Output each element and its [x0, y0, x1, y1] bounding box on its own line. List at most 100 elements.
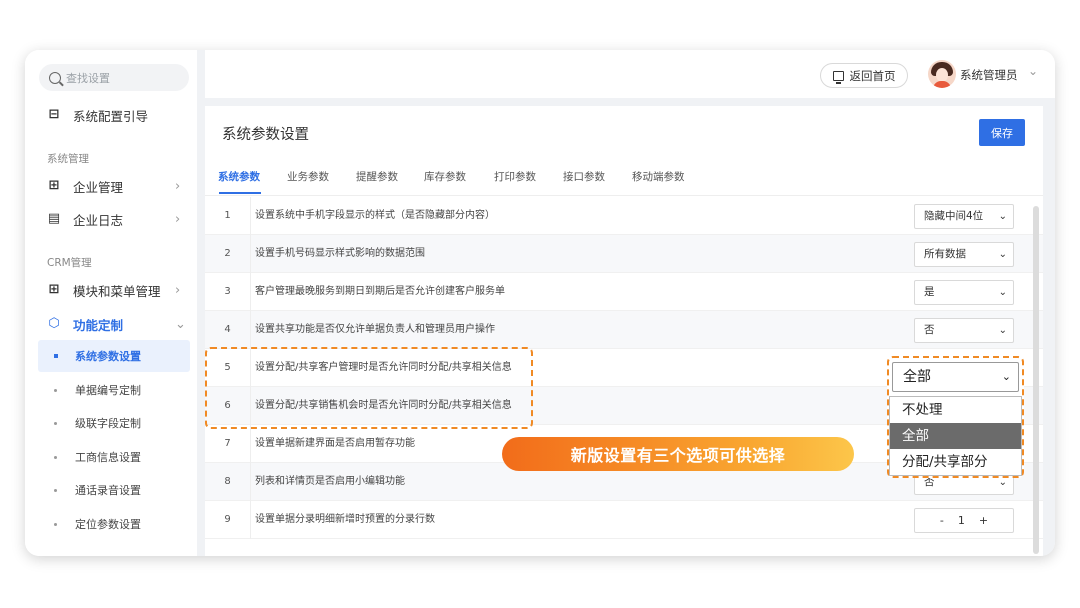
tab-reminder-params[interactable]: 提醒参数 [356, 169, 398, 184]
row-select[interactable]: 是 ⌄ [914, 280, 1014, 305]
bullet-icon [54, 421, 57, 425]
row-description: 列表和详情页是否启用小编辑功能 [255, 476, 405, 487]
table-row: 9 设置单据分录明细新增时预置的分录行数 - 1 + [205, 501, 1043, 539]
sub-item-call-recording[interactable]: 通话录音设置 [47, 482, 141, 498]
dropdown-selected-value[interactable]: 全部 ⌄ [892, 362, 1019, 392]
sidebar-item-guide[interactable]: ⊟ 系统配置引导 [47, 105, 148, 125]
row-count-stepper[interactable]: - 1 + [914, 508, 1014, 533]
sidebar-item-label: 模块和菜单管理 [73, 283, 161, 299]
chevron-down-icon[interactable]: ⌄ [1028, 64, 1038, 78]
bullet-icon [54, 488, 57, 492]
monitor-icon: ⊟ [48, 107, 60, 122]
row-number: 9 [205, 501, 251, 539]
sidebar-item-label: 功能定制 [73, 317, 124, 333]
highlight-rows-5-6 [205, 347, 533, 429]
chevron-down-icon: ⌄ [998, 325, 1007, 336]
sidebar-item-label: 企业日志 [73, 212, 124, 228]
table-row: 3 客户管理最晚服务到期日到期后是否允许创建客户服务单 是 ⌄ [205, 273, 1043, 311]
table-row: 2 设置手机号码显示样式影响的数据范围 所有数据 ⌄ [205, 235, 1043, 273]
dropdown-option-partial[interactable]: 分配/共享部分 [890, 449, 1021, 475]
row-description: 设置单据分录明细新增时预置的分录行数 [255, 514, 435, 525]
home-button-label: 返回首页 [849, 68, 896, 83]
sub-item-cascade[interactable]: 级联字段定制 [47, 415, 141, 431]
sub-item-label: 工商信息设置 [75, 451, 141, 464]
settings-panel: 系统参数设置 保存 系统参数 业务参数 提醒参数 库存参数 打印参数 接口参数 … [205, 106, 1043, 556]
sub-item-system-params[interactable]: 系统参数设置 [38, 340, 190, 372]
sub-item-label: 通话录音设置 [75, 484, 141, 497]
dropdown-options: 不处理 全部 分配/共享部分 [889, 396, 1022, 476]
select-value: 否 [924, 324, 935, 336]
save-button[interactable]: 保存 [979, 119, 1025, 146]
avatar[interactable] [928, 60, 956, 88]
table-row: 4 设置共享功能是否仅允许单据负责人和管理员用户操作 否 ⌄ [205, 311, 1043, 349]
tab-business-params[interactable]: 业务参数 [287, 169, 329, 184]
stepper-value: 1 [957, 514, 965, 527]
chevron-down-icon: ⌄ [175, 316, 186, 332]
top-header: 返回首页 系统管理员 ⌄ [205, 50, 1055, 98]
sidebar-item-log[interactable]: ▤ 企业日志 › [47, 209, 180, 229]
sidebar-item-enterprise[interactable]: ⊞ 企业管理 › [47, 176, 181, 196]
active-tab-indicator [219, 192, 261, 194]
select-value: 隐藏中间4位 [924, 210, 984, 222]
settings-window: 查找设置 ⊟ 系统配置引导 系统管理 ⊞ 企业管理 › ▤ 企业日志 › CRM… [25, 50, 1055, 556]
table-row: 1 设置系统中手机字段显示的样式（是否隐藏部分内容） 隐藏中间4位 ⌄ [205, 197, 1043, 235]
tab-inventory-params[interactable]: 库存参数 [424, 169, 466, 184]
select-value: 是 [924, 286, 935, 298]
sub-item-label: 级联字段定制 [75, 417, 141, 430]
stepper-plus-button[interactable]: + [979, 514, 988, 527]
sidebar-item-custom[interactable]: ⬡ 功能定制 ⌄ [47, 314, 186, 334]
scrollbar[interactable] [1033, 206, 1039, 554]
tab-mobile-params[interactable]: 移动端参数 [632, 169, 685, 184]
stepper-minus-button[interactable]: - [940, 514, 944, 527]
chevron-down-icon: ⌄ [998, 249, 1007, 260]
building-icon: ⊞ [48, 178, 60, 193]
row-number: 4 [205, 311, 251, 349]
chevron-down-icon: ⌄ [1001, 370, 1011, 383]
document-icon: ▤ [47, 211, 61, 226]
group-label-crm: CRM管理 [47, 257, 92, 269]
row-description: 设置系统中手机字段显示的样式（是否隐藏部分内容） [255, 210, 495, 221]
tab-api-params[interactable]: 接口参数 [563, 169, 605, 184]
bullet-icon [54, 354, 58, 358]
row-number: 2 [205, 235, 251, 273]
row-description: 设置共享功能是否仅允许单据负责人和管理员用户操作 [255, 324, 495, 335]
tab-system-params[interactable]: 系统参数 [218, 169, 260, 184]
sub-item-label: 系统参数设置 [75, 350, 141, 363]
share-option-dropdown[interactable]: 全部 ⌄ 不处理 全部 分配/共享部分 [887, 356, 1024, 478]
search-input[interactable]: 查找设置 [39, 64, 189, 91]
sub-item-location[interactable]: 定位参数设置 [47, 516, 141, 532]
row-number: 8 [205, 463, 251, 501]
cube-icon: ⬡ [48, 316, 60, 331]
group-label-system: 系统管理 [47, 153, 89, 165]
row-description: 客户管理最晚服务到期日到期后是否允许创建客户服务单 [255, 286, 505, 297]
select-value: 所有数据 [924, 248, 966, 260]
row-select[interactable]: 否 ⌄ [914, 318, 1014, 343]
sidebar-item-label: 系统配置引导 [73, 108, 149, 124]
sidebar-item-modules[interactable]: ⊞ 模块和菜单管理 › [47, 280, 181, 300]
search-placeholder: 查找设置 [66, 71, 110, 85]
sub-item-business-info[interactable]: 工商信息设置 [47, 449, 141, 465]
bullet-icon [54, 388, 57, 392]
dropdown-option-all[interactable]: 全部 [890, 423, 1021, 449]
row-select[interactable]: 所有数据 ⌄ [914, 242, 1014, 267]
sub-item-label: 定位参数设置 [75, 518, 141, 531]
row-select[interactable]: 隐藏中间4位 ⌄ [914, 204, 1014, 229]
annotation-banner: 新版设置有三个选项可供选择 [502, 437, 854, 471]
row-number: 1 [205, 197, 251, 235]
dropdown-option-none[interactable]: 不处理 [890, 397, 1021, 423]
bullet-icon [54, 522, 57, 526]
row-description: 设置手机号码显示样式影响的数据范围 [255, 248, 425, 259]
chevron-right-icon: › [175, 211, 181, 227]
bullet-icon [54, 455, 57, 459]
home-button[interactable]: 返回首页 [820, 63, 908, 88]
sub-item-doc-number[interactable]: 单据编号定制 [47, 382, 141, 398]
row-number: 7 [205, 425, 251, 463]
monitor-icon [832, 70, 844, 84]
row-number: 3 [205, 273, 251, 311]
tab-bar: 系统参数 业务参数 提醒参数 库存参数 打印参数 接口参数 移动端参数 [205, 164, 1043, 196]
sub-item-label: 单据编号定制 [75, 384, 141, 397]
chevron-right-icon: › [175, 178, 181, 194]
tab-print-params[interactable]: 打印参数 [494, 169, 536, 184]
search-icon [49, 71, 61, 84]
user-name[interactable]: 系统管理员 [960, 67, 1018, 83]
